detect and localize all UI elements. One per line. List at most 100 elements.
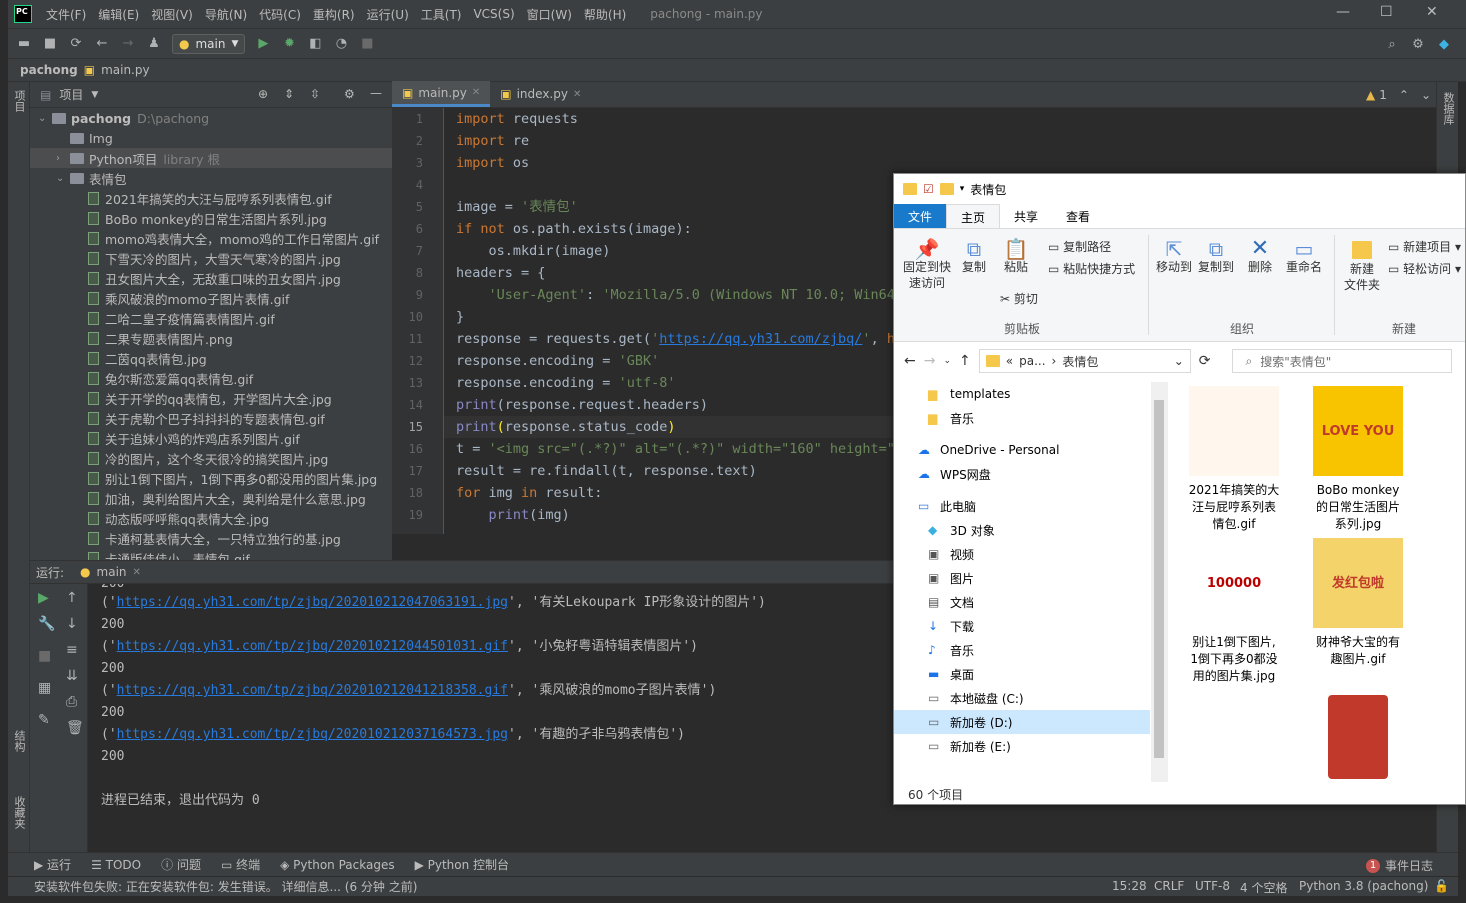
tree-item[interactable]: 二茵qq表情包.jpg — [30, 348, 392, 368]
python-console-tool-button[interactable]: ▶ Python 控制台 — [415, 856, 509, 873]
event-log-button[interactable]: 1 事件日志 — [1366, 857, 1433, 874]
output-link[interactable]: https://qq.yh31.com/tp/zjbq/202010212041… — [117, 683, 508, 698]
scroll-to-end-icon[interactable]: ⇊ — [66, 668, 78, 684]
maximize-icon[interactable]: ☐ — [1380, 4, 1393, 20]
run-tool-button[interactable]: ▶ 运行 — [34, 856, 71, 873]
run-icon[interactable]: ▶ — [255, 36, 271, 52]
tree-item[interactable]: 关于追妹小鸡的炸鸡店系列图片.gif — [30, 428, 392, 448]
nav-item-drive[interactable]: ▭ 新加卷 (E:) — [894, 734, 1150, 758]
trash-icon[interactable]: 🗑 — [66, 720, 84, 736]
project-tool-tab[interactable]: 项目 — [11, 90, 27, 112]
todo-tool-button[interactable]: ☰ TODO — [91, 858, 141, 872]
tree-item[interactable]: 关于开学的qq表情包，开学图片大全.jpg — [30, 388, 392, 408]
tree-item[interactable]: ⌄ pachong D:\pachong — [30, 108, 392, 128]
back-icon[interactable]: ← — [904, 353, 916, 369]
favorites-tool-tab[interactable]: 收藏夹 — [11, 796, 27, 829]
tree-item[interactable]: 二哈二皇子疫情篇表情图片.gif — [30, 308, 392, 328]
hide-panel-icon[interactable]: — — [370, 86, 382, 100]
pin-quick-access-button[interactable]: 📌 固定到快 速访问 — [902, 239, 952, 291]
address-overflow[interactable]: « — [1006, 354, 1013, 368]
menu-file[interactable]: 文件(F) — [40, 6, 92, 23]
close-icon[interactable]: ✕ — [573, 89, 581, 100]
up-icon[interactable]: ↑ — [959, 353, 971, 369]
nav-item-download[interactable]: ↓ 下载 — [894, 614, 1150, 638]
cut-button[interactable]: ✂ 剪切 — [1000, 291, 1038, 307]
stop-icon[interactable]: ■ — [359, 36, 375, 52]
nav-item-desktop[interactable]: ▬ 桌面 — [894, 662, 1150, 686]
tree-item[interactable]: 兔尔斯恋爱篇qq表情包.gif — [30, 368, 392, 388]
tree-expand-icon[interactable]: › — [56, 153, 70, 164]
chevron-down-icon[interactable]: ▾ — [960, 184, 965, 194]
tree-item[interactable]: 别让1倒下图片，1倒下再多0都没用的图片集.jpg — [30, 468, 392, 488]
nav-item-music[interactable]: ♪ 音乐 — [894, 638, 1150, 662]
nav-item-drive[interactable]: ▭ 本地磁盘 (C:) — [894, 686, 1150, 710]
delete-button[interactable]: ✕ 删除 — [1242, 238, 1278, 275]
code-line[interactable]: import re — [444, 130, 1436, 152]
search-box[interactable]: ⌕ 搜索"表情包" — [1232, 349, 1453, 373]
tree-item[interactable]: 关于虎勒个巴子抖抖抖的专题表情包.gif — [30, 408, 392, 428]
locate-icon[interactable]: ⊕ — [258, 87, 268, 101]
tree-item[interactable]: momo鸡表情大全，momo鸡的工作日常图片.gif — [30, 228, 392, 248]
rerun-icon[interactable]: ▶ — [38, 590, 49, 606]
file-encoding[interactable]: UTF-8 — [1195, 879, 1230, 893]
navigation-scrollbar[interactable] — [1151, 382, 1168, 782]
nav-item-cloud[interactable]: ☁ OneDrive - Personal — [894, 438, 1150, 462]
arrow-down-icon[interactable]: ↓ — [66, 616, 78, 632]
copy-path-button[interactable]: ▭ 复制路径 — [1048, 239, 1111, 255]
nav-item-drive[interactable]: ▭ 新加卷 (D:) — [894, 710, 1150, 734]
chevron-down-icon[interactable]: ▼ — [91, 90, 98, 100]
tree-item[interactable]: 2021年搞笑的大汪与屁哼系列表情包.gif — [30, 188, 392, 208]
ribbon-tab-view[interactable]: 查看 — [1052, 204, 1104, 228]
tree-item[interactable]: 卡通版佳佳小、表情包.gif — [30, 548, 392, 560]
close-icon[interactable]: ✕ — [1426, 4, 1438, 20]
output-link[interactable]: https://qq.yh31.com/tp/zjbq/202010212037… — [117, 727, 508, 742]
interpreter[interactable]: Python 3.8 (pachong) — [1299, 879, 1428, 893]
file-tile[interactable] — [1298, 688, 1418, 782]
arrow-up-icon[interactable]: ↑ — [66, 590, 78, 606]
database-tool-tab[interactable]: 数据库 — [1440, 92, 1456, 125]
tree-item[interactable]: › Python项目 library 根 — [30, 148, 392, 168]
forward-icon[interactable]: → — [120, 36, 136, 52]
stop-icon[interactable]: ■ — [38, 648, 51, 664]
paste-button[interactable]: 📋 粘贴 — [998, 239, 1034, 275]
print-icon[interactable]: ⎙ — [66, 694, 77, 710]
chevron-down-icon[interactable]: ⌄ — [1421, 88, 1431, 102]
structure-tool-tab[interactable]: 结构 — [11, 730, 27, 752]
profile-icon[interactable]: ◔ — [333, 36, 349, 52]
tree-item[interactable]: 卡通柯基表情大全，一只特立独行的基.jpg — [30, 528, 392, 548]
ribbon-tab-share[interactable]: 共享 — [1000, 204, 1052, 228]
ribbon-tab-file[interactable]: 文件 — [894, 204, 947, 228]
indent-setting[interactable]: 4 个空格 — [1240, 879, 1287, 896]
new-item-button[interactable]: ▭ 新建项目 ▾ — [1388, 239, 1461, 255]
gear-icon[interactable]: ⚙ — [344, 87, 355, 101]
new-folder-button[interactable]: 新建 文件夹 — [1340, 241, 1384, 293]
address-crumb-parent[interactable]: pa... — [1019, 354, 1045, 368]
chevron-down-icon[interactable]: ⌄ — [1174, 354, 1184, 368]
move-to-button[interactable]: ⇱ 移动到 — [1154, 239, 1194, 275]
wrench-icon[interactable]: 🔧 — [38, 616, 55, 632]
menu-run[interactable]: 运行(U) — [361, 6, 415, 23]
address-bar[interactable]: « pa... › 表情包 ⌄ — [978, 349, 1191, 373]
file-tile[interactable]: 2021年搞笑的大 汪与屁哼系列表 情包.gif — [1174, 382, 1294, 533]
run-tab-main[interactable]: ● main ✕ — [80, 565, 141, 579]
nav-item-folder[interactable]: ▆ templates — [894, 382, 1150, 406]
nav-item-folder[interactable]: ▆ 音乐 — [894, 406, 1150, 430]
run-config-selector[interactable]: ● main ▼ — [172, 33, 246, 54]
nav-item-cube[interactable]: ◆ 3D 对象 — [894, 518, 1150, 542]
tree-item[interactable]: 冷的图片，这个冬天很冷的搞笑图片.jpg — [30, 448, 392, 468]
menu-code[interactable]: 代码(C) — [253, 6, 307, 23]
file-tile[interactable] — [1424, 688, 1465, 782]
caret-position[interactable]: 15:28 — [1112, 879, 1147, 893]
settings-icon[interactable]: ⚙ — [1410, 36, 1426, 52]
menu-vcs[interactable]: VCS(S) — [467, 7, 520, 21]
project-panel-title[interactable]: 项目 — [59, 86, 83, 103]
new-folder-icon[interactable] — [939, 183, 954, 195]
inspection-widget[interactable]: ▲ 1 ⌃ ⌄ — [1366, 88, 1431, 102]
python-packages-tool-button[interactable]: ◈ Python Packages — [280, 858, 394, 872]
pin-icon[interactable]: ✎ — [38, 712, 50, 728]
tree-item[interactable]: ⌄ 表情包 — [30, 168, 392, 188]
jetbrains-icon[interactable]: ◆ — [1436, 36, 1452, 52]
output-link[interactable]: https://qq.yh31.com/tp/zjbq/202010212044… — [117, 639, 508, 654]
file-tile[interactable]: mo 全, 工作 — [1424, 382, 1465, 533]
nav-item-video[interactable]: ▣ 视频 — [894, 542, 1150, 566]
